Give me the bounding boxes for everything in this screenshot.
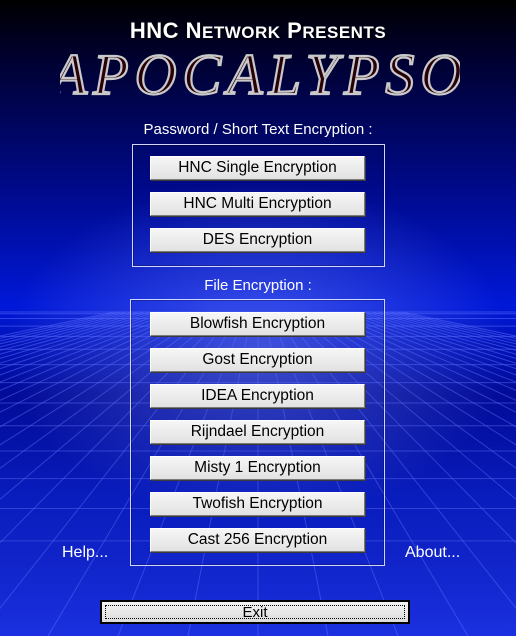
gost-encryption-button[interactable]: Gost Encryption xyxy=(150,348,365,372)
main-window: HNC NETWORK PRESENTS APOCALYPSO Password… xyxy=(0,0,516,636)
idea-encryption-button[interactable]: IDEA Encryption xyxy=(150,384,365,408)
exit-button[interactable]: Exit xyxy=(100,600,410,624)
logo-wordmark: APOCALYPSO xyxy=(60,42,460,107)
cast256-encryption-button[interactable]: Cast 256 Encryption xyxy=(150,528,365,552)
about-link[interactable]: About... xyxy=(405,544,460,562)
apocalypso-logo: APOCALYPSO xyxy=(60,41,460,108)
twofish-encryption-button[interactable]: Twofish Encryption xyxy=(150,492,365,516)
des-encryption-button[interactable]: DES Encryption xyxy=(150,228,365,252)
hnc-single-encryption-button[interactable]: HNC Single Encryption xyxy=(150,156,365,180)
file-section-label: File Encryption : xyxy=(204,277,312,294)
rijndael-encryption-button[interactable]: Rijndael Encryption xyxy=(150,420,365,444)
hnc-multi-encryption-button[interactable]: HNC Multi Encryption xyxy=(150,192,365,216)
password-section-label: Password / Short Text Encryption : xyxy=(143,121,373,138)
blowfish-encryption-button[interactable]: Blowfish Encryption xyxy=(150,312,365,336)
exit-label: Exit xyxy=(242,603,268,621)
header: HNC NETWORK PRESENTS APOCALYPSO xyxy=(0,0,516,112)
misty1-encryption-button[interactable]: Misty 1 Encryption xyxy=(150,456,365,480)
help-link[interactable]: Help... xyxy=(62,544,108,562)
